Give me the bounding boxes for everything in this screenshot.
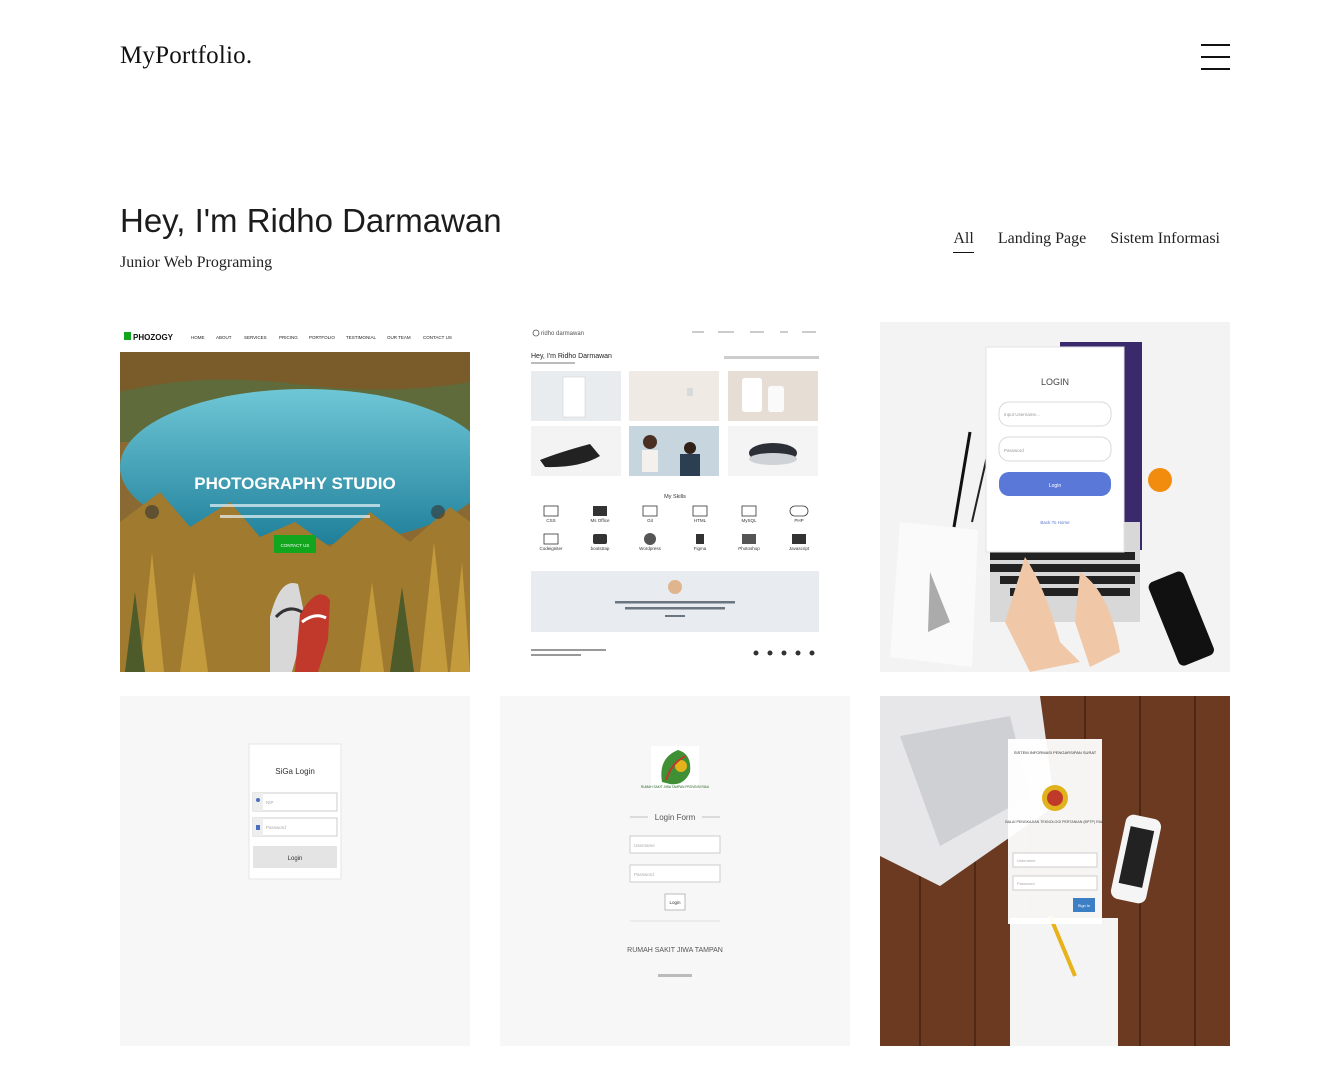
filter-landing-page[interactable]: Landing Page: [998, 230, 1086, 253]
page-title: Hey, I'm Ridho Darmawan: [120, 202, 502, 239]
menu-icon[interactable]: [1201, 44, 1231, 72]
carousel-next-icon: [431, 505, 445, 519]
arsip-surat-thumbnail: SISTEM INFORMASI PENGARSIPAN SURAT BALAI…: [880, 696, 1230, 1046]
portfolio-grid: PHOZOGY HOME ABOUT SERVICES PRICING PORT…: [120, 322, 1230, 1046]
arsip-password-field: Password: [1017, 881, 1035, 886]
siga-nip-field: NIP: [266, 800, 274, 805]
rsj-form-title: Login Form: [655, 813, 696, 822]
portfolio-item-login-page[interactable]: LOGIN Input Username... Password Login B…: [880, 322, 1230, 672]
orange-icon: [1148, 468, 1172, 492]
arsip-button-label: Sign In: [1078, 903, 1090, 908]
site-brand: ridho darmawan: [541, 331, 584, 337]
rsj-button-label: Login: [669, 900, 681, 905]
svg-text:MySQL: MySQL: [741, 518, 757, 523]
brand-logo[interactable]: MyPortfolio.: [120, 42, 252, 70]
svg-text:Wordpress: Wordpress: [639, 546, 661, 551]
rsj-password-field: Password: [634, 872, 654, 877]
login-password-field: Password: [1004, 448, 1024, 453]
phozogy-nav-item: CONTACT US: [423, 335, 452, 340]
arsip-org: BALAI PENGKAJIAN TEKNOLOGI PERTANIAN (BP…: [1005, 820, 1105, 824]
hospital-logo-icon: [651, 746, 699, 790]
page-subtitle: Junior Web Programing: [120, 254, 273, 271]
arsip-title: SISTEM INFORMASI PENGARSIPAN SURAT: [1014, 750, 1097, 755]
phozogy-headline: PHOTOGRAPHY STUDIO: [194, 474, 396, 493]
menu-line: [1201, 56, 1230, 58]
svg-text:PHP: PHP: [794, 518, 803, 523]
portfolio-item-phozogy[interactable]: PHOZOGY HOME ABOUT SERVICES PRICING PORT…: [120, 322, 470, 672]
phozogy-nav-item: SERVICES: [244, 335, 267, 340]
personal-site-thumbnail: ridho darmawan Hey, I'm Ridho Darmawan M…: [500, 322, 850, 672]
svg-text:bootstrap: bootstrap: [591, 546, 610, 551]
login-page-thumbnail: LOGIN Input Username... Password Login B…: [880, 322, 1230, 672]
rsj-footer-title: RUMAH SAKIT JIWA TAMPAN: [627, 947, 723, 954]
rsj-login-thumbnail: RUMAH SAKIT JIWA TAMPAN PROVINSI RIAU Lo…: [500, 696, 850, 1046]
portfolio-item-siga-login[interactable]: SiGa Login NIP Password Login: [120, 696, 470, 1046]
phozogy-button-label: CONTACT US: [281, 543, 310, 548]
login-button-label: Login: [1049, 483, 1061, 489]
svg-text:Codeigniter: Codeigniter: [539, 546, 563, 551]
siga-password-field: Password: [266, 825, 286, 830]
hospital-logo-text: RUMAH SAKIT JIWA TAMPAN PROVINSI RIAU: [641, 785, 710, 789]
filter-all[interactable]: All: [953, 230, 974, 253]
skills-title: My Skills: [664, 494, 686, 500]
siga-button-label: Login: [288, 856, 303, 862]
menu-line: [1201, 44, 1230, 46]
carousel-prev-icon: [145, 505, 159, 519]
siga-title: SiGa Login: [275, 767, 315, 776]
svg-text:Ms Office: Ms Office: [591, 518, 610, 523]
svg-text:HTML: HTML: [694, 518, 707, 523]
portfolio-item-arsip-surat[interactable]: SISTEM INFORMASI PENGARSIPAN SURAT BALAI…: [880, 696, 1230, 1046]
phozogy-thumbnail: PHOZOGY HOME ABOUT SERVICES PRICING PORT…: [120, 322, 470, 672]
phozogy-nav-item: ABOUT: [216, 335, 232, 340]
menu-line: [1201, 68, 1230, 70]
phozogy-nav-item: OUR TEAM: [387, 335, 411, 340]
filter-sistem-informasi[interactable]: Sistem Informasi: [1110, 230, 1220, 253]
phozogy-brand: PHOZOGY: [133, 333, 174, 342]
phozogy-nav-item: PORTFOLIO: [309, 335, 335, 340]
back-home-link: Back To Home: [1040, 520, 1070, 525]
svg-text:Javascript: Javascript: [789, 546, 810, 551]
siga-login-thumbnail: SiGa Login NIP Password Login: [120, 696, 470, 1046]
svg-text:Figma: Figma: [694, 546, 707, 551]
arsip-username-field: Username: [1017, 858, 1036, 863]
rsj-username-field: Username: [634, 843, 655, 848]
svg-text:Photoshop: Photoshop: [738, 546, 760, 551]
login-username-field: Input Username...: [1004, 412, 1040, 417]
svg-text:Git: Git: [647, 518, 654, 523]
svg-text:CSS: CSS: [546, 518, 555, 523]
portfolio-item-rsj-login[interactable]: RUMAH SAKIT JIWA TAMPAN PROVINSI RIAU Lo…: [500, 696, 850, 1046]
notepad-icon: [1010, 918, 1118, 1046]
login-card-title: LOGIN: [1041, 377, 1069, 387]
phozogy-nav-item: PRICING: [279, 335, 298, 340]
site-heading: Hey, I'm Ridho Darmawan: [531, 353, 612, 360]
phozogy-nav-item: HOME: [191, 335, 205, 340]
sneakers-icon: [270, 582, 330, 672]
phozogy-nav-item: TESTIMONIAL: [346, 335, 377, 340]
portfolio-item-personal-site[interactable]: ridho darmawan Hey, I'm Ridho Darmawan M…: [500, 322, 850, 672]
portfolio-filter: All Landing Page Sistem Informasi: [953, 230, 1220, 253]
